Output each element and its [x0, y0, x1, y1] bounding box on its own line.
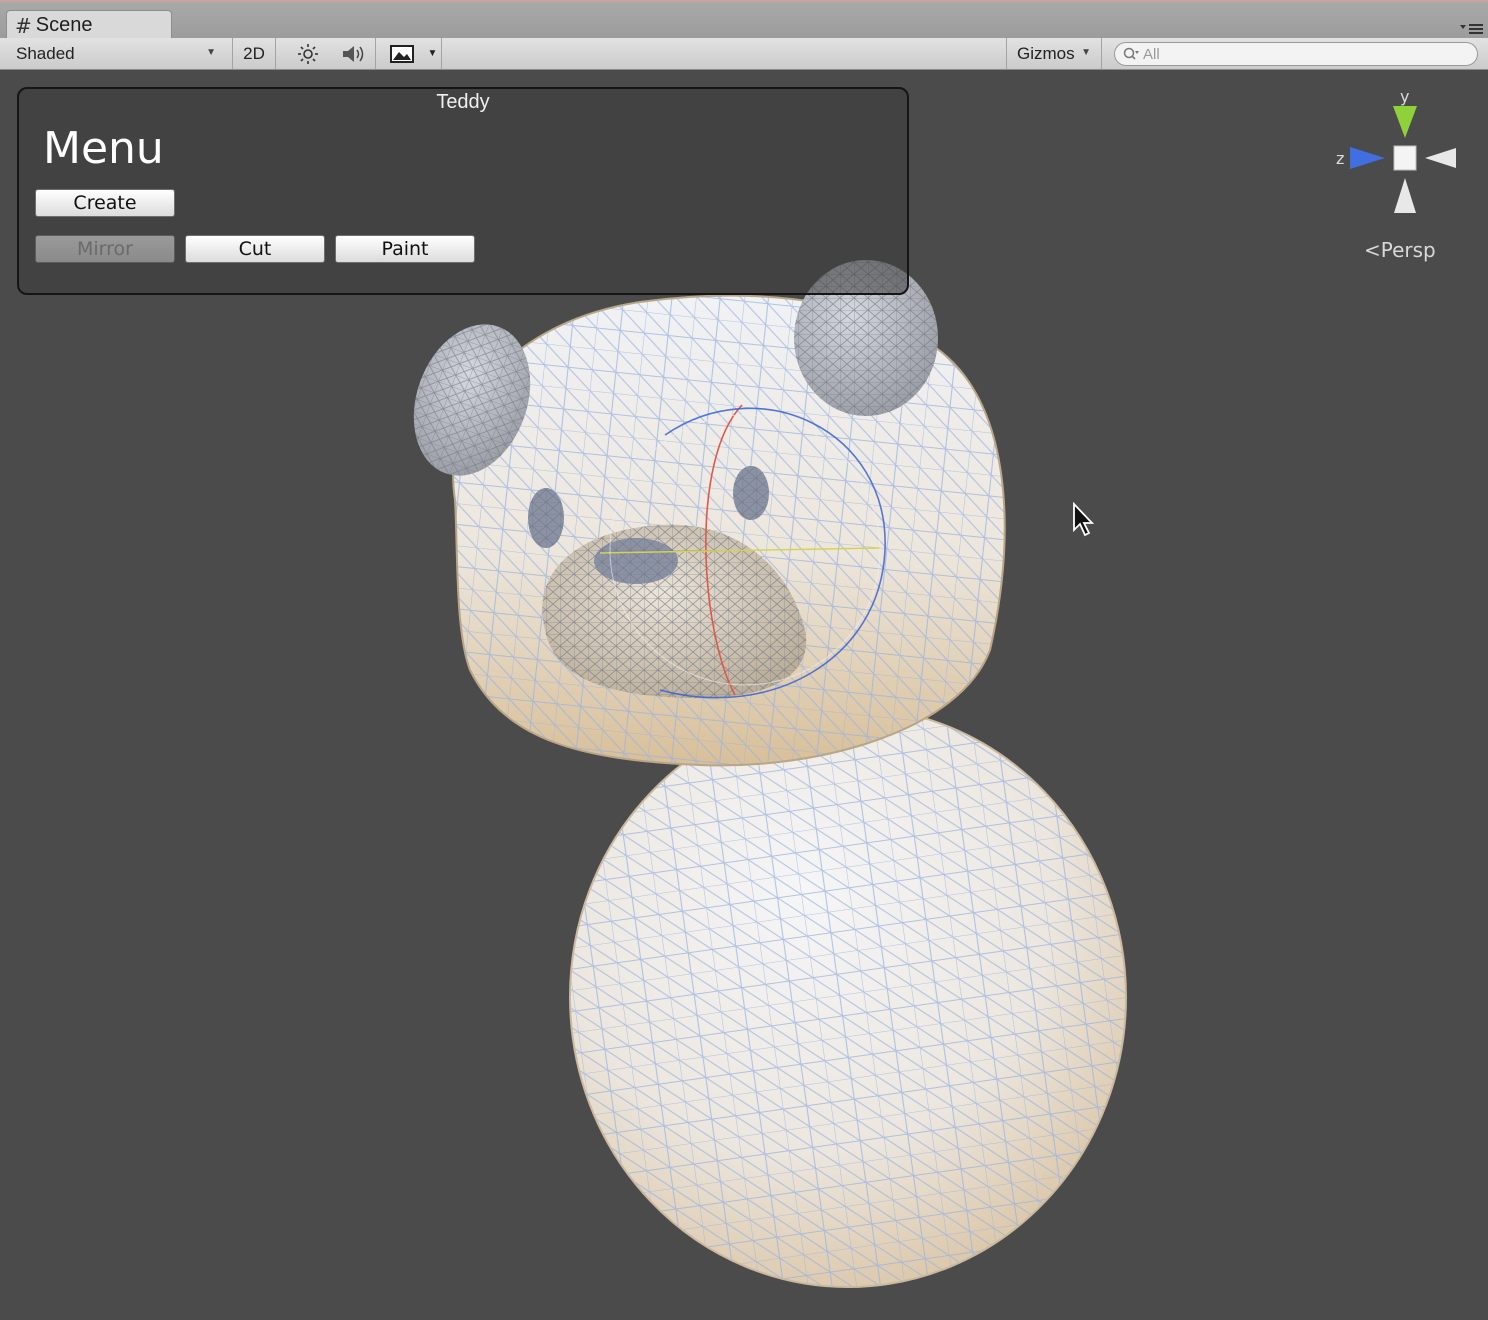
shading-mode-dropdown[interactable]: Shaded ▼	[4, 38, 224, 69]
paint-button[interactable]: Paint	[335, 235, 475, 263]
effects-dropdown[interactable]: ▼	[424, 38, 442, 69]
effects-toggle[interactable]	[380, 38, 424, 69]
lighting-toggle[interactable]	[286, 38, 330, 69]
tab-scene[interactable]: # Scene	[6, 10, 172, 40]
axis-neg-x-cone[interactable]	[1425, 148, 1456, 168]
search-field[interactable]	[1114, 42, 1478, 66]
chevron-left-icon: <	[1364, 238, 1381, 262]
audio-toggle[interactable]	[332, 38, 376, 69]
grid-icon: #	[15, 13, 32, 38]
axis-y-label: y	[1400, 88, 1409, 106]
search-icon	[1123, 47, 1139, 60]
cut-button[interactable]: Cut	[185, 235, 325, 263]
tab-scene-label: Scene	[35, 14, 93, 36]
shading-mode-label: Shaded	[16, 43, 75, 63]
search-input[interactable]	[1139, 45, 1443, 63]
sun-icon	[298, 43, 318, 64]
axis-y-cone[interactable]	[1393, 106, 1417, 138]
teddy-gui-window: Teddy Menu Create Mirror Cut Paint	[17, 87, 909, 295]
chevron-down-icon: ▼	[427, 48, 438, 59]
gizmos-label: Gizmos	[1017, 43, 1075, 63]
axis-neg-y-cone[interactable]	[1394, 178, 1416, 213]
gizmo-center-cube[interactable]	[1393, 145, 1417, 171]
create-button[interactable]: Create	[35, 189, 175, 217]
speaker-icon	[342, 45, 363, 62]
projection-label: Persp	[1380, 238, 1436, 262]
teddy-body[interactable]	[521, 662, 1179, 1320]
gizmos-dropdown[interactable]: Gizmos ▼	[1006, 38, 1102, 69]
projection-toggle[interactable]: <Persp	[1364, 238, 1436, 262]
orientation-gizmo[interactable]: y z	[1330, 88, 1460, 218]
image-icon	[390, 44, 414, 63]
teddy-eye-right[interactable]	[733, 466, 769, 520]
tab-strip: # Scene	[0, 0, 1488, 40]
chevron-down-icon: ▼	[206, 47, 216, 58]
mode-2d-label: 2D	[243, 43, 265, 63]
chevron-down-icon: ▼	[1081, 47, 1091, 58]
mouse-cursor-icon	[1073, 502, 1095, 537]
axis-z-cone[interactable]	[1350, 147, 1385, 169]
teddy-eye-left[interactable]	[528, 488, 564, 548]
mirror-button[interactable]: Mirror	[35, 235, 175, 263]
panel-menu-icon[interactable]	[1460, 22, 1484, 36]
axis-z-label: z	[1336, 149, 1344, 168]
mode-2d-toggle[interactable]: 2D	[232, 38, 276, 69]
gui-window-title: Teddy	[436, 91, 490, 113]
scene-viewport[interactable]: Teddy Menu Create Mirror Cut Paint y z <…	[0, 70, 1488, 1320]
teddy-nose[interactable]	[594, 538, 678, 584]
menu-heading: Menu	[43, 123, 164, 174]
